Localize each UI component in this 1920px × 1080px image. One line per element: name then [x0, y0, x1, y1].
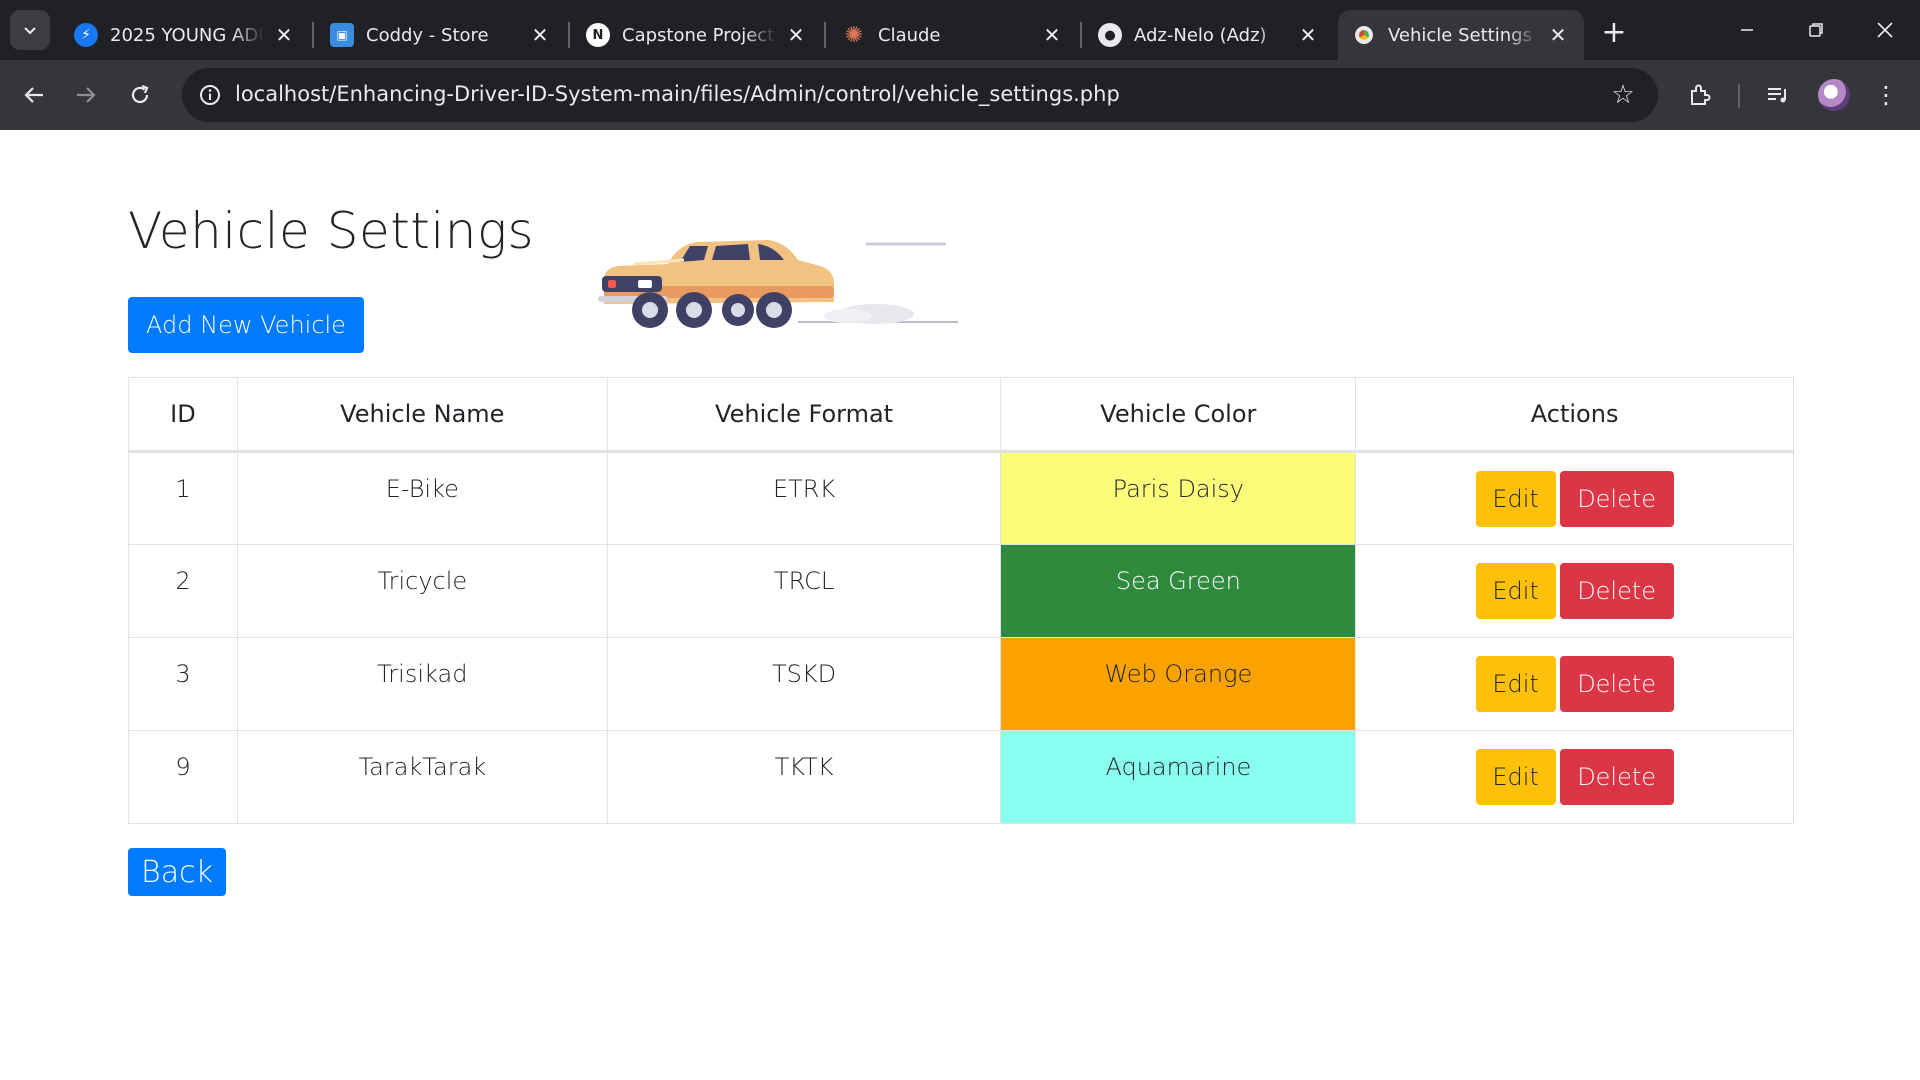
chrome-icon [1352, 23, 1376, 47]
header-vehicle-color: Vehicle Color [1000, 377, 1357, 453]
chevron-down-icon [24, 27, 36, 35]
github-icon: ● [1098, 23, 1122, 47]
forward-nav-button[interactable] [64, 73, 108, 117]
minimize-button[interactable] [1722, 8, 1772, 52]
page-content: Vehicle Settings Add New Vehicle ID Vehi… [0, 130, 1920, 1080]
cell-vehicle-format: TKTK [606, 730, 1002, 824]
delete-button[interactable]: Delete [1559, 749, 1674, 805]
edit-button[interactable]: Edit [1475, 471, 1556, 527]
browser-toolbar: localhost/Enhancing-Driver-ID-System-mai… [0, 60, 1920, 130]
close-icon[interactable]: ✕ [272, 23, 296, 47]
cell-vehicle-color: Aquamarine [1000, 730, 1357, 824]
cell-vehicle-name: E-Bike [236, 451, 608, 545]
restore-button[interactable] [1791, 8, 1841, 52]
close-icon[interactable]: ✕ [1040, 23, 1064, 47]
cell-id: 2 [128, 544, 238, 638]
table-row: 1 E-Bike ETRK Paris Daisy Edit Delete [128, 451, 1794, 545]
cell-vehicle-name: Trisikad [236, 637, 608, 731]
close-icon[interactable]: ✕ [528, 23, 552, 47]
header-vehicle-name: Vehicle Name [236, 377, 608, 453]
edit-button[interactable]: Edit [1475, 656, 1556, 712]
coddy-icon: ▣ [330, 23, 354, 47]
tab-divider [1080, 22, 1082, 48]
arrow-left-icon [24, 87, 43, 103]
cell-actions: Edit Delete [1355, 730, 1794, 824]
minimize-icon [1741, 29, 1753, 31]
cell-vehicle-color: Paris Daisy [1000, 451, 1357, 545]
edit-button[interactable]: Edit [1475, 563, 1556, 619]
header-actions: Actions [1355, 377, 1794, 453]
tab-young-adults[interactable]: ⚡ 2025 YOUNG ADULTS ✕ [60, 10, 310, 60]
cell-vehicle-name: TarakTarak [236, 730, 608, 824]
tab-search-button[interactable] [10, 10, 50, 50]
cell-actions: Edit Delete [1355, 637, 1794, 731]
tab-label: Coddy - Store [366, 24, 489, 46]
tab-coddy-store[interactable]: ▣ Coddy - Store ✕ [316, 10, 566, 60]
close-icon [1877, 22, 1893, 38]
edit-button[interactable]: Edit [1475, 749, 1556, 805]
table-row: 3 Trisikad TSKD Web Orange Edit Delete [128, 637, 1794, 731]
window-close-button[interactable] [1860, 8, 1910, 52]
add-new-vehicle-button[interactable]: Add New Vehicle [128, 297, 364, 353]
close-icon[interactable]: ✕ [784, 23, 808, 47]
menu-kebab-icon[interactable]: ⋮ [1864, 73, 1908, 117]
cell-vehicle-name: Tricycle [236, 544, 608, 638]
arrow-right-icon [77, 87, 96, 103]
back-nav-button[interactable] [12, 73, 56, 117]
page-title: Vehicle Settings [128, 202, 535, 260]
url-text[interactable]: localhost/Enhancing-Driver-ID-System-mai… [235, 82, 1120, 106]
reload-icon [131, 84, 149, 104]
cell-id: 1 [128, 451, 238, 545]
reload-button[interactable] [118, 73, 162, 117]
browser-tab-strip: ⚡ 2025 YOUNG ADULTS ✕ ▣ Coddy - Store ✕ … [0, 0, 1920, 60]
table-header-row: ID Vehicle Name Vehicle Format Vehicle C… [128, 377, 1794, 453]
delete-button[interactable]: Delete [1559, 656, 1674, 712]
cell-vehicle-format: TSKD [606, 637, 1002, 731]
close-icon[interactable]: ✕ [1546, 23, 1570, 47]
close-icon[interactable]: ✕ [1296, 23, 1320, 47]
back-button[interactable]: Back [128, 848, 226, 896]
restore-icon [1809, 23, 1823, 37]
notion-icon: N [586, 23, 610, 47]
cell-vehicle-color: Web Orange [1000, 637, 1357, 731]
new-tab-button[interactable]: + [1596, 14, 1632, 50]
cell-id: 3 [128, 637, 238, 731]
header-id: ID [128, 377, 238, 453]
delete-button[interactable]: Delete [1559, 471, 1674, 527]
tab-divider [312, 22, 314, 48]
cell-id: 9 [128, 730, 238, 824]
table-row: 9 TarakTarak TKTK Aquamarine Edit Delete [128, 730, 1794, 824]
tab-vehicle-settings[interactable]: Vehicle Settings ✕ [1338, 10, 1584, 60]
plus-icon: + [1601, 14, 1627, 50]
cell-actions: Edit Delete [1355, 544, 1794, 638]
bookmark-star-icon[interactable]: ☆ [1606, 78, 1640, 112]
site-info-icon[interactable] [196, 81, 224, 109]
tab-github[interactable]: ● Adz-Nelo (Adz) ✕ [1084, 10, 1334, 60]
extensions-icon[interactable] [1678, 73, 1722, 117]
messenger-icon: ⚡ [74, 23, 98, 47]
delete-button[interactable]: Delete [1559, 563, 1674, 619]
cell-vehicle-format: TRCL [606, 544, 1002, 638]
tab-label: Vehicle Settings [1388, 24, 1532, 46]
tab-divider [568, 22, 570, 48]
tab-claude[interactable]: ✺ Claude ✕ [828, 10, 1078, 60]
cell-actions: Edit Delete [1355, 451, 1794, 545]
tab-capstone-project[interactable]: N Capstone Project ✕ [572, 10, 822, 60]
tab-label: Adz-Nelo (Adz) [1134, 24, 1267, 46]
tab-label: 2025 YOUNG ADULTS [110, 24, 264, 46]
media-controls-icon[interactable] [1756, 73, 1800, 117]
profile-avatar[interactable] [1818, 79, 1850, 111]
address-bar[interactable]: localhost/Enhancing-Driver-ID-System-mai… [182, 68, 1658, 122]
tab-label: Claude [878, 24, 941, 46]
tab-label: Capstone Project [622, 24, 775, 46]
tab-divider [824, 22, 826, 48]
toolbar-divider [1738, 84, 1740, 108]
cell-vehicle-color: Sea Green [1000, 544, 1357, 638]
vehicle-table: ID Vehicle Name Vehicle Format Vehicle C… [128, 377, 1794, 824]
cell-vehicle-format: ETRK [606, 451, 1002, 545]
car-illustration [598, 240, 958, 328]
table-row: 2 Tricycle TRCL Sea Green Edit Delete [128, 544, 1794, 638]
claude-icon: ✺ [844, 22, 864, 48]
header-vehicle-format: Vehicle Format [606, 377, 1002, 453]
